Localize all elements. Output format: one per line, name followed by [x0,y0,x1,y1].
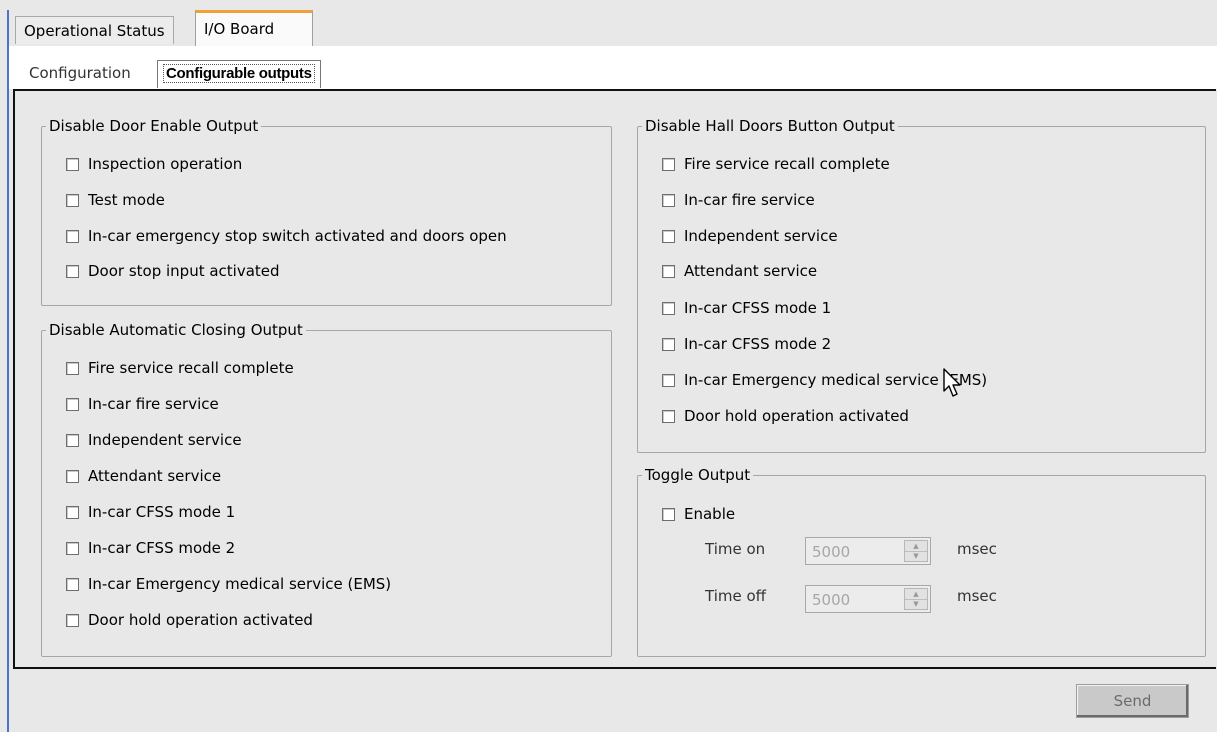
window-left-edge [7,10,9,732]
group-disable-door-enable-output: Disable Door Enable Output Inspection op… [41,116,612,306]
checkbox-row[interactable]: In-car fire service [66,393,219,415]
checkbox[interactable] [662,265,675,278]
checkbox[interactable] [66,362,79,375]
group-title: Disable Hall Doors Button Output [642,116,898,136]
checkbox-row[interactable]: Test mode [66,189,165,211]
checkbox-label: Fire service recall complete [684,155,890,173]
time-on-spinner[interactable]: 5000 ▲ ▼ [805,537,931,565]
checkbox[interactable] [66,230,79,243]
tab-io-board[interactable]: I/O Board [195,10,313,46]
checkbox[interactable] [662,230,675,243]
checkbox-label: In-car CFSS mode 2 [684,335,832,353]
spinner-buttons: ▲ ▼ [904,540,928,562]
checkbox-label: Attendant service [88,467,222,485]
enable-checkbox[interactable] [662,508,675,521]
checkbox[interactable] [662,158,675,171]
checkbox[interactable] [66,470,79,483]
checkbox[interactable] [66,265,79,278]
checkbox-row[interactable]: In-car CFSS mode 1 [662,297,831,319]
checkbox[interactable] [66,194,79,207]
time-off-unit: msec [957,587,997,605]
checkbox-row[interactable]: Door stop input activated [66,260,280,282]
checkbox-label: Door hold operation activated [684,407,909,425]
time-off-value: 5000 [812,591,851,609]
time-off-label: Time off [705,587,766,605]
checkbox-label: Door stop input activated [88,262,280,280]
checkbox[interactable] [662,302,675,315]
checkbox-label: Inspection operation [88,155,243,173]
checkbox-label: Attendant service [684,262,818,280]
enable-label: Enable [684,505,736,523]
subtab-configuration[interactable]: Configuration [23,60,137,88]
checkbox-label: In-car Emergency medical service (EMS) [88,575,392,593]
spinner-buttons: ▲ ▼ [904,588,928,610]
main-tab-strip: Operational Status I/O Board [9,10,1217,47]
time-off-spinner[interactable]: 5000 ▲ ▼ [805,585,931,613]
mouse-cursor-icon [943,368,961,397]
checkbox-row[interactable]: Attendant service [662,260,817,282]
checkbox-label: In-car fire service [88,395,219,413]
checkbox-label: In-car CFSS mode 1 [684,299,832,317]
checkbox-label: In-car CFSS mode 2 [88,539,236,557]
group-title: Disable Door Enable Output [46,116,262,136]
checkbox-label: Independent service [88,431,242,449]
checkbox[interactable] [66,506,79,519]
checkbox-row[interactable]: Inspection operation [66,153,242,175]
checkbox[interactable] [662,410,675,423]
checkbox-row[interactable]: In-car CFSS mode 1 [66,501,235,523]
checkbox-row[interactable]: Door hold operation activated [66,609,313,631]
group-title: Disable Automatic Closing Output [46,320,306,340]
checkbox-row[interactable]: In-car CFSS mode 2 [662,333,831,355]
group-title: Toggle Output [642,465,754,485]
checkbox[interactable] [66,434,79,447]
checkbox-row[interactable]: In-car fire service [662,189,815,211]
time-on-label: Time on [705,540,766,558]
checkbox[interactable] [66,542,79,555]
configurable-outputs-panel: Disable Door Enable Output Inspection op… [13,89,1216,669]
send-button[interactable]: Send [1076,684,1189,718]
checkbox-label: Door hold operation activated [88,611,313,629]
checkbox[interactable] [662,374,675,387]
checkbox-label: Fire service recall complete [88,359,294,377]
checkbox-row[interactable]: In-car Emergency medical service (EMS) [662,369,987,391]
group-disable-automatic-closing-output: Disable Automatic Closing Output Fire se… [41,320,612,657]
checkbox-row[interactable]: In-car Emergency medical service (EMS) [66,573,391,595]
checkbox-row[interactable]: In-car CFSS mode 2 [66,537,235,559]
checkbox[interactable] [66,614,79,627]
checkbox-row[interactable]: Independent service [66,429,242,451]
checkbox-row[interactable]: Fire service recall complete [66,357,294,379]
checkbox[interactable] [66,158,79,171]
spin-down-icon[interactable]: ▼ [905,551,927,561]
checkbox[interactable] [66,398,79,411]
time-on-unit: msec [957,540,997,558]
tab-operational-status[interactable]: Operational Status [15,16,174,44]
sub-tab-strip: Configuration Configurable outputs [9,46,1217,89]
checkbox[interactable] [662,194,675,207]
subtab-configurable-outputs-label: Configurable outputs [163,64,315,83]
checkbox[interactable] [662,338,675,351]
checkbox-row[interactable]: Door hold operation activated [662,405,909,427]
checkbox-label: Independent service [684,227,838,245]
checkbox-label: In-car fire service [684,191,815,209]
checkbox-row[interactable]: Attendant service [66,465,221,487]
spin-down-icon[interactable]: ▼ [905,599,927,609]
group-toggle-output: Toggle Output Enable Time on 5000 ▲ ▼ ms… [637,465,1206,657]
group-disable-hall-doors-button-output: Disable Hall Doors Button Output Fire se… [637,116,1206,453]
checkbox-label: Test mode [88,191,165,209]
checkbox-row[interactable]: Fire service recall complete [662,153,890,175]
checkbox-row-enable[interactable]: Enable [662,503,735,525]
checkbox-row[interactable]: In-car emergency stop switch activated a… [66,225,507,247]
checkbox-row[interactable]: Independent service [662,225,838,247]
checkbox[interactable] [66,578,79,591]
time-on-value: 5000 [812,543,851,561]
subtab-configurable-outputs[interactable]: Configurable outputs [157,60,321,88]
checkbox-label: In-car CFSS mode 1 [88,503,236,521]
checkbox-label: In-car emergency stop switch activated a… [88,227,507,245]
